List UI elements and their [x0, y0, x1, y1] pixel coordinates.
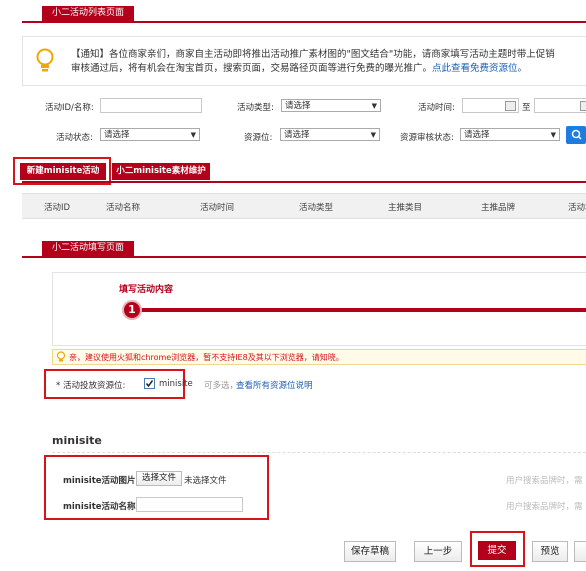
- name-label: minisite活动名称: [63, 502, 136, 512]
- minisite-option-label: minisite: [159, 379, 193, 389]
- step-label: 填写活动内容: [119, 285, 174, 295]
- minisite-checkbox[interactable]: [144, 378, 155, 389]
- next-button-partial[interactable]: [574, 541, 586, 562]
- activity-table-header: 活动ID 活动名称 活动时间 活动类型 主推类目 主推品牌 活动状: [22, 193, 586, 219]
- col-activity-time: 活动时间: [200, 203, 235, 213]
- activity-type-label: 活动类型:: [237, 103, 274, 113]
- list-page-tabbar: 小二活动列表页面: [22, 4, 586, 23]
- tab-list-page[interactable]: 小二活动列表页面: [42, 6, 135, 21]
- search-button[interactable]: [566, 126, 586, 144]
- end-date-input[interactable]: [534, 98, 586, 113]
- lightbulb-icon: [56, 351, 66, 362]
- col-main-brand: 主推品牌: [481, 203, 516, 213]
- notice-text: 【通知】各位商家亲们，商家自主活动即将推出活动推广素材图的"图文结合"功能，请商…: [71, 48, 586, 76]
- lightbulb-icon: [36, 48, 54, 72]
- activity-status-select[interactable]: 请选择 ▼: [100, 128, 200, 141]
- notice-line2: 审核通过后，将有机会在淘宝首页，搜索页面，交易路径页面等进行免费的曝光推广。: [71, 63, 433, 74]
- col-activity-id: 活动ID: [44, 203, 71, 213]
- section-divider: [52, 452, 586, 453]
- activity-id-label: 活动ID/名称:: [45, 103, 94, 113]
- fill-page-tabbar: 小二活动填写页面: [22, 240, 586, 258]
- browser-warning-text: 亲，建议使用火狐和chrome浏览器，暂不支持IE8及其以下浏览器，请知晓。: [69, 353, 344, 362]
- search-icon: [571, 129, 582, 140]
- dropdown-arrow-icon: ▼: [371, 102, 377, 110]
- choose-file-button[interactable]: 选择文件: [136, 471, 182, 486]
- resource-value: 请选择: [284, 130, 310, 140]
- dropdown-arrow-icon: ▼: [370, 131, 376, 139]
- calendar-icon[interactable]: [580, 101, 586, 111]
- activity-time-label: 活动时间:: [418, 103, 455, 113]
- resource-audit-label: 资源审核状态:: [400, 133, 454, 143]
- notice-line1: 【通知】各位商家亲们，商家自主活动即将推出活动推广素材图的"图文结合"功能，请商…: [71, 49, 555, 60]
- no-file-text: 未选择文件: [184, 476, 227, 486]
- new-minisite-button[interactable]: 新建minisite活动: [20, 163, 106, 180]
- minisite-name-input[interactable]: [136, 497, 243, 512]
- prev-step-button[interactable]: 上一步: [414, 541, 462, 562]
- resource-description-link[interactable]: 查看所有资源位说明: [236, 379, 313, 391]
- calendar-icon[interactable]: [505, 101, 516, 111]
- action-divider: [22, 181, 586, 183]
- tab-fill-page[interactable]: 小二活动填写页面: [42, 241, 135, 256]
- step-progress-bar: [133, 308, 586, 312]
- col-main-category: 主推类目: [388, 203, 423, 213]
- free-resource-link[interactable]: 点此查看免费资源位。: [432, 63, 527, 74]
- activity-id-input[interactable]: [100, 98, 202, 113]
- col-activity-status: 活动状: [568, 203, 586, 213]
- submit-button[interactable]: 提交: [478, 541, 516, 560]
- image-label: minisite活动图片: [63, 476, 136, 486]
- placement-hint: 可多选，: [204, 381, 239, 391]
- col-activity-name: 活动名称: [106, 203, 141, 213]
- resource-audit-value: 请选择: [464, 130, 490, 140]
- right-hint-2: 用户搜索品牌时，需: [506, 502, 583, 512]
- notice-panel: 【通知】各位商家亲们，商家自主活动即将推出活动推广素材图的"图文结合"功能，请商…: [22, 36, 586, 86]
- step-number-badge: 1: [122, 300, 142, 320]
- activity-type-select[interactable]: 请选择 ▼: [281, 99, 381, 112]
- step-progress-panel: 填写活动内容 1: [52, 272, 586, 346]
- material-maintain-button[interactable]: 小二minisite素材维护: [112, 163, 210, 180]
- col-activity-type: 活动类型: [299, 203, 334, 213]
- save-draft-button[interactable]: 保存草稿: [344, 541, 396, 562]
- section-title: minisite: [52, 434, 102, 447]
- date-separator: 至: [522, 103, 531, 113]
- start-date-input[interactable]: [462, 98, 519, 113]
- activity-status-value: 请选择: [104, 130, 130, 140]
- preview-button[interactable]: 预览: [532, 541, 568, 562]
- right-hint-1: 用户搜索品牌时，需: [506, 476, 583, 486]
- resource-label: 资源位:: [244, 133, 273, 143]
- activity-type-value: 请选择: [285, 101, 311, 111]
- dropdown-arrow-icon: ▼: [190, 131, 196, 139]
- activity-status-label: 活动状态:: [56, 133, 93, 143]
- browser-warning: 亲，建议使用火狐和chrome浏览器，暂不支持IE8及其以下浏览器，请知晓。: [52, 349, 586, 365]
- dropdown-arrow-icon: ▼: [550, 131, 556, 139]
- resource-select[interactable]: 请选择 ▼: [280, 128, 380, 141]
- placement-label: * 活动投放资源位:: [56, 381, 126, 391]
- checkmark-icon: [145, 380, 154, 388]
- resource-audit-select[interactable]: 请选择 ▼: [460, 128, 560, 141]
